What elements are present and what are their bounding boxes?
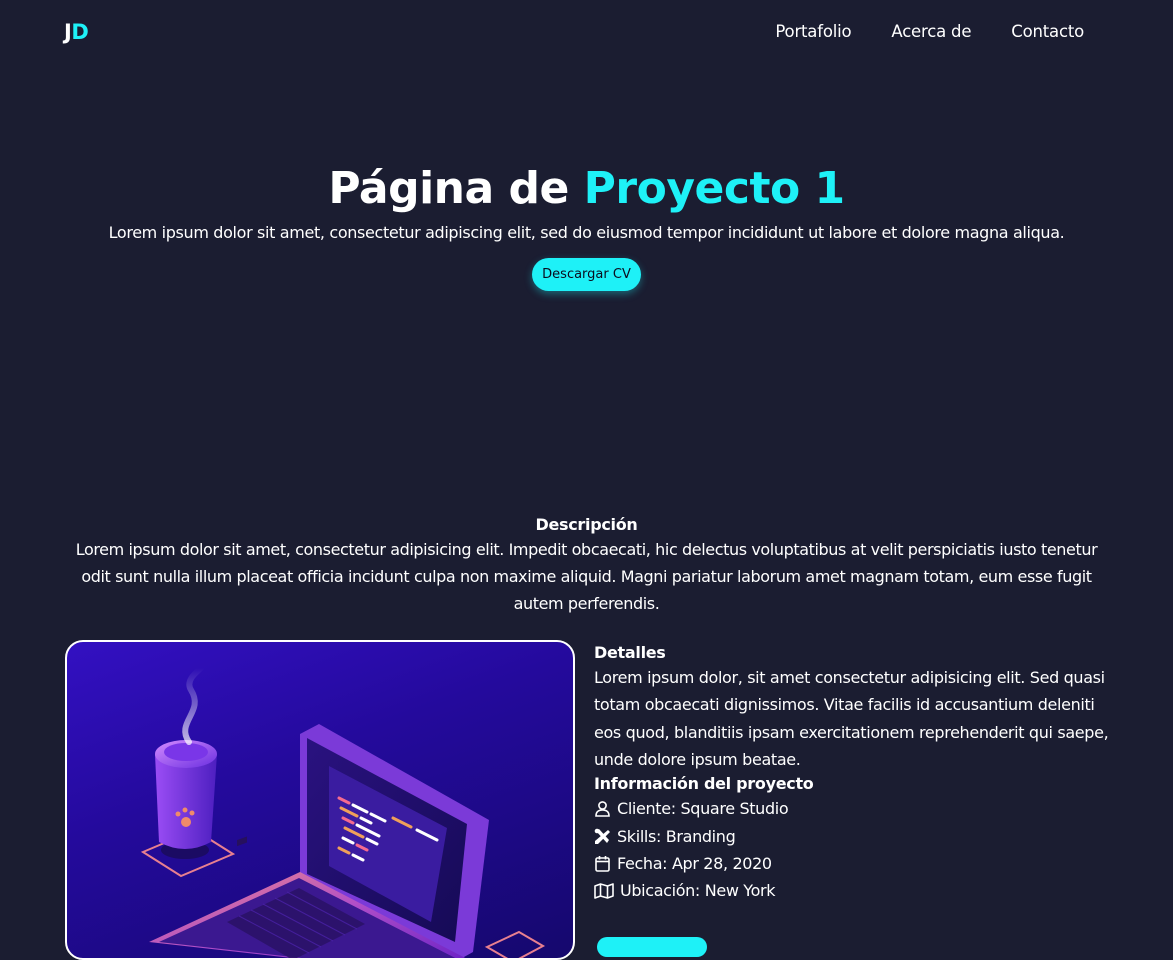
tools-icon xyxy=(594,828,610,844)
info-date: Fecha: Apr 28, 2020 xyxy=(594,850,1114,877)
page-title-accent: Proyecto 1 xyxy=(583,163,845,214)
page-title-prefix: Página de xyxy=(328,163,569,214)
navbar: JD Portafolio Acerca de Contacto xyxy=(0,0,1173,64)
description-text: Lorem ipsum dolor sit amet, consectetur … xyxy=(75,540,1098,613)
nav-link-contacto[interactable]: Contacto xyxy=(1011,22,1084,41)
description-section: Descripción Lorem ipsum dolor sit amet, … xyxy=(64,514,1109,617)
download-cv-button[interactable]: Descargar CV xyxy=(532,258,641,291)
hero-section: Página de Proyecto 1 Lorem ipsum dolor s… xyxy=(0,160,1173,291)
info-date-text: Fecha: Apr 28, 2020 xyxy=(617,853,772,873)
laptop-coffee-illustration xyxy=(140,665,546,958)
project-image xyxy=(65,640,575,960)
details-text: Lorem ipsum dolor, sit amet consectetur … xyxy=(594,668,1109,769)
description-heading: Descripción xyxy=(535,515,638,534)
nav-links: Portafolio Acerca de Contacto xyxy=(775,22,1084,41)
nav-link-acerca-de[interactable]: Acerca de xyxy=(891,22,971,41)
details-heading: Detalles xyxy=(594,643,666,662)
hero-subtitle: Lorem ipsum dolor sit amet, consectetur … xyxy=(108,223,1065,242)
nav-link-portafolio[interactable]: Portafolio xyxy=(775,22,851,41)
info-client-text: Cliente: Square Studio xyxy=(617,799,789,819)
info-client: Cliente: Square Studio xyxy=(594,795,1114,822)
info-skills: Skills: Branding xyxy=(594,822,1114,849)
logo[interactable]: JD xyxy=(64,20,89,44)
details-section: Detalles Lorem ipsum dolor, sit amet con… xyxy=(594,642,1114,904)
info-skills-text: Skills: Branding xyxy=(617,826,736,846)
project-info-list: Cliente: Square Studio Skills: Branding … xyxy=(594,795,1114,904)
project-info-heading: Información del proyecto xyxy=(594,774,814,794)
info-location-text: Ubicación: New York xyxy=(620,881,776,901)
page-title: Página de Proyecto 1 xyxy=(0,160,1173,218)
logo-letter-d: D xyxy=(71,20,89,44)
calendar-icon xyxy=(595,855,610,872)
map-icon xyxy=(594,883,614,900)
project-link-button[interactable] xyxy=(597,937,707,957)
info-location: Ubicación: New York xyxy=(594,877,1114,904)
user-icon xyxy=(595,801,610,818)
